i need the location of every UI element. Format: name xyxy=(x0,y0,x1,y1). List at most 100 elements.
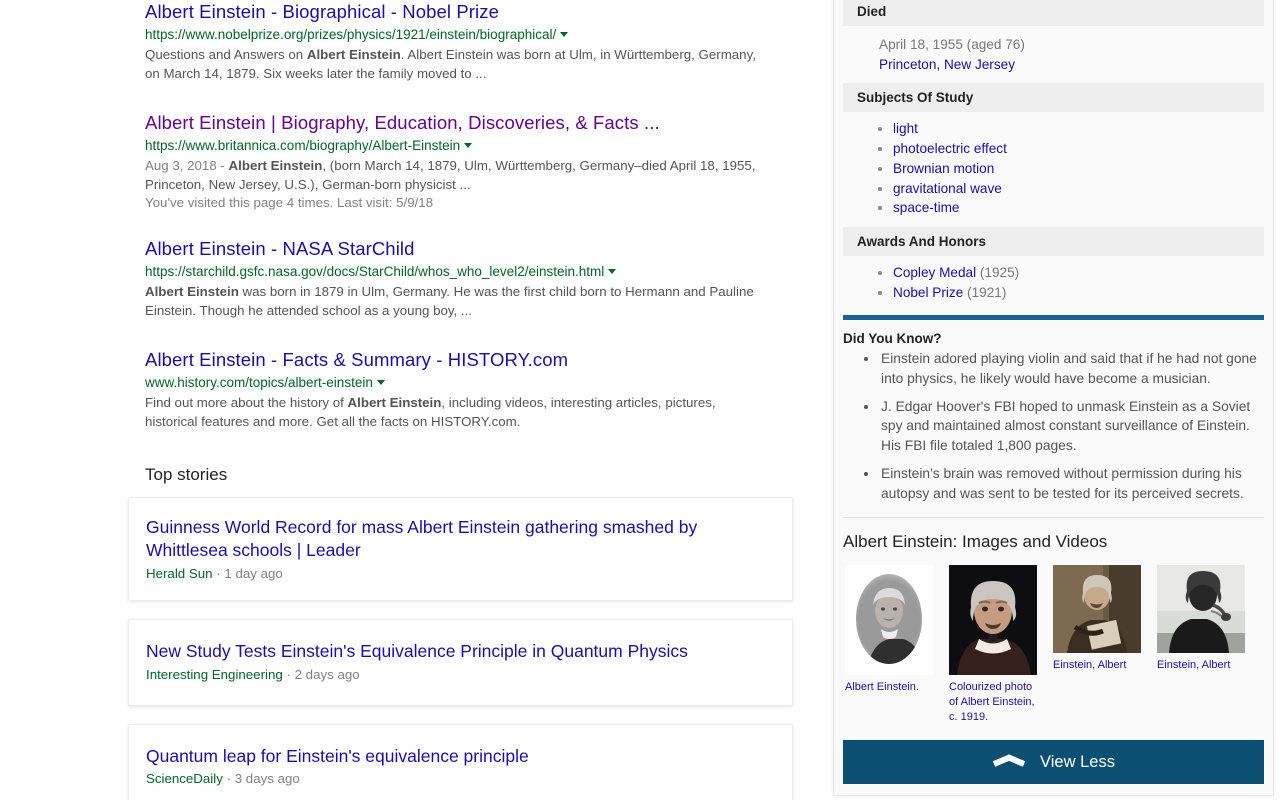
result-url-text[interactable]: https://www.nobelprize.org/prizes/physic… xyxy=(145,27,556,42)
kp-died-details: April 18, 1955 (aged 76) Princeton, New … xyxy=(843,26,1264,83)
list-item: Nobel Prize (1921) xyxy=(893,284,1264,302)
top-story-source: Interesting Engineering xyxy=(146,667,283,683)
result-url: https://www.nobelprize.org/prizes/physic… xyxy=(145,26,805,45)
list-item: J. Edgar Hoover's FBI hoped to unmask Ei… xyxy=(879,397,1273,456)
search-result: Albert Einstein | Biography, Education, … xyxy=(145,111,805,214)
organic-results-column: Albert Einstein - Biographical - Nobel P… xyxy=(128,0,805,800)
chevron-down-icon[interactable] xyxy=(608,269,617,275)
result-title-link[interactable]: Albert Einstein - NASA StarChild xyxy=(145,237,805,261)
visit-history-note: You've visited this page 4 times. Last v… xyxy=(145,195,434,211)
view-less-label: View Less xyxy=(1040,752,1115,771)
list-item: Einstein adored playing violin and said … xyxy=(879,349,1273,388)
top-story-meta: Herald Sun · 1 day ago xyxy=(146,565,775,584)
knowledge-panel-body: Died April 18, 1955 (aged 76) Princeton,… xyxy=(834,0,1273,302)
chevron-down-icon[interactable] xyxy=(464,142,473,148)
kp-media-row: Albert Einstein. Colourized photo of Alb… xyxy=(834,552,1273,724)
kp-award-link[interactable]: Copley Medal xyxy=(893,265,976,280)
top-story-age: 3 days ago xyxy=(234,771,300,787)
snippet-keyword: Albert Einstein xyxy=(347,394,442,410)
kp-media-caption[interactable]: Colourized photo of Albert Einstein, c. … xyxy=(949,680,1037,724)
chevron-up-icon xyxy=(992,755,1026,769)
list-item: Copley Medal (1925) xyxy=(893,264,1264,282)
oval-portrait-photo[interactable] xyxy=(845,565,933,676)
page-right-gutter xyxy=(1274,0,1280,800)
result-snippet: Questions and Answers on Albert Einstein… xyxy=(145,46,770,84)
sepia-seated-photo[interactable] xyxy=(1053,565,1141,654)
top-stories-heading: Top stories xyxy=(145,464,228,484)
snippet-pre: Questions and Answers on xyxy=(145,46,307,62)
kp-subject-link[interactable]: photoelectric effect xyxy=(893,141,1007,156)
kp-subject-link[interactable]: gravitational wave xyxy=(893,181,1002,196)
top-story-card[interactable]: New Study Tests Einstein's Equivalence P… xyxy=(128,619,793,706)
snippet-keyword: Albert Einstein xyxy=(145,284,239,300)
kp-subject-link[interactable]: Brownian motion xyxy=(893,161,994,176)
top-story-separator: · xyxy=(222,771,235,787)
knowledge-panel: Died April 18, 1955 (aged 76) Princeton,… xyxy=(833,0,1274,796)
kp-media-item[interactable]: Albert Einstein. xyxy=(845,565,933,724)
kp-media-caption[interactable]: Einstein, Albert xyxy=(1053,658,1141,673)
kp-media-caption[interactable]: Albert Einstein. xyxy=(845,680,933,695)
kp-subjects-list: light photoelectric effect Brownian moti… xyxy=(843,120,1264,217)
result-title-link[interactable]: Albert Einstein | Biography, Education, … xyxy=(145,111,805,135)
kp-media-caption[interactable]: Einstein, Albert xyxy=(1157,658,1245,673)
section-divider-bar xyxy=(843,315,1264,321)
result-title-link[interactable]: Albert Einstein - Biographical - Nobel P… xyxy=(145,0,805,24)
top-story-card[interactable]: Quantum leap for Einstein's equivalence … xyxy=(128,723,793,800)
top-story-title[interactable]: New Study Tests Einstein's Equivalence P… xyxy=(146,640,775,664)
kp-section-heading-died: Died xyxy=(843,0,1264,26)
top-story-source: ScienceDaily xyxy=(146,771,223,787)
list-item: light xyxy=(893,120,1264,138)
kp-subject-link[interactable]: space-time xyxy=(893,200,959,215)
kp-section-heading-awards: Awards And Honors xyxy=(843,227,1264,257)
kp-media-item[interactable]: Colourized photo of Albert Einstein, c. … xyxy=(949,565,1037,724)
bw-pipe-photo[interactable] xyxy=(1157,565,1245,654)
result-url: https://www.britannica.com/biography/Alb… xyxy=(145,137,805,156)
kp-section-heading-did-you-know: Did You Know? xyxy=(843,331,942,347)
chevron-down-icon[interactable] xyxy=(560,32,569,38)
result-title-link[interactable]: Albert Einstein - Facts & Summary - HIST… xyxy=(145,348,805,372)
search-result: Albert Einstein - NASA StarChild https:/… xyxy=(145,237,805,321)
list-item: Einstein's brain was removed without per… xyxy=(879,464,1273,503)
kp-media-item[interactable]: Einstein, Albert xyxy=(1157,565,1245,724)
top-story-card[interactable]: Guinness World Record for mass Albert Ei… xyxy=(128,496,793,602)
result-url-text[interactable]: https://www.britannica.com/biography/Alb… xyxy=(145,138,460,153)
search-result: Albert Einstein - Biographical - Nobel P… xyxy=(145,0,805,84)
list-item: space-time xyxy=(893,199,1264,217)
kp-award-year: (1925) xyxy=(979,265,1020,281)
top-story-title[interactable]: Guinness World Record for mass Albert Ei… xyxy=(146,516,775,563)
top-story-meta: ScienceDaily · 3 days ago xyxy=(146,770,775,789)
top-story-meta: Interesting Engineering · 2 days ago xyxy=(146,666,775,685)
kp-section-heading-subjects: Subjects Of Study xyxy=(843,83,1264,113)
top-story-separator: · xyxy=(282,667,295,683)
list-item: photoelectric effect xyxy=(893,140,1264,158)
result-snippet: Albert Einstein was born in 1879 in Ulm,… xyxy=(145,283,770,321)
search-results-page: Albert Einstein - Biographical - Nobel P… xyxy=(0,0,1280,800)
list-item: gravitational wave xyxy=(893,180,1264,198)
result-url: www.history.com/topics/albert-einstein xyxy=(145,374,805,393)
kp-media-item[interactable]: Einstein, Albert xyxy=(1053,565,1141,724)
top-story-title[interactable]: Quantum leap for Einstein's equivalence … xyxy=(146,745,775,769)
snippet-pre: Find out more about the history of xyxy=(145,394,348,410)
snippet-keyword: Albert Einstein xyxy=(306,46,401,62)
kp-media-heading: Albert Einstein: Images and Videos xyxy=(843,532,1108,552)
result-url: https://starchild.gsfc.nasa.gov/docs/Sta… xyxy=(145,263,805,282)
kp-did-you-know-list: Einstein adored playing violin and said … xyxy=(834,349,1273,503)
top-story-age: 2 days ago xyxy=(294,667,360,683)
kp-award-year: (1921) xyxy=(967,285,1007,301)
list-item: Brownian motion xyxy=(893,160,1264,178)
kp-died-date: April 18, 1955 (aged 76) xyxy=(879,37,1025,52)
result-snippet: Find out more about the history of Alber… xyxy=(145,394,770,432)
kp-awards-list: Copley Medal (1925) Nobel Prize (1921) xyxy=(843,264,1264,302)
kp-award-link[interactable]: Nobel Prize xyxy=(893,285,963,300)
colourized-portrait-photo[interactable] xyxy=(949,565,1037,676)
top-story-separator: · xyxy=(212,565,225,581)
kp-died-place-link[interactable]: Princeton, New Jersey xyxy=(879,55,1264,75)
view-less-button[interactable]: View Less xyxy=(843,740,1264,785)
top-story-source: Herald Sun xyxy=(146,565,213,581)
chevron-down-icon[interactable] xyxy=(376,379,385,385)
result-snippet: Aug 3, 2018 - Albert Einstein, (born Mar… xyxy=(145,157,770,195)
result-url-text[interactable]: https://starchild.gsfc.nasa.gov/docs/Sta… xyxy=(145,264,604,279)
result-url-text[interactable]: www.history.com/topics/albert-einstein xyxy=(145,375,373,390)
search-result: Albert Einstein - Facts & Summary - HIST… xyxy=(145,348,805,432)
kp-subject-link[interactable]: light xyxy=(893,121,918,136)
